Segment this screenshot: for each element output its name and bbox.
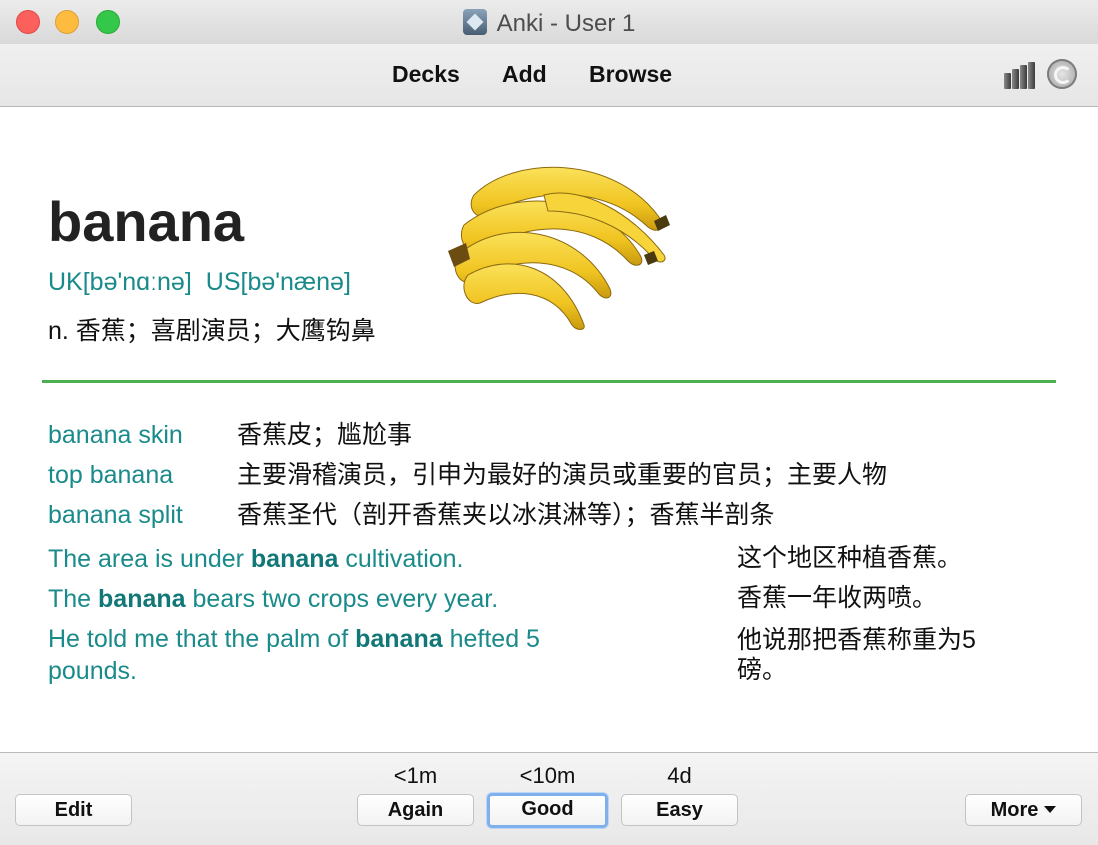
example-sentence-zh: 他说那把香蕉称重为5磅。 [737,626,976,684]
sync-icon[interactable] [1047,59,1077,89]
again-button[interactable]: Again [357,794,474,826]
nav-browse-link[interactable]: Browse [589,61,672,88]
phrase-zh: 香蕉皮；尴尬事 [237,421,413,449]
highlighted-word: banana [355,625,443,653]
window-title: Anki - User 1 [496,10,636,37]
more-button[interactable]: More [965,794,1082,826]
chevron-down-icon [1044,806,1057,813]
example-sentence-zh: 香蕉一年收两喷。 [737,584,938,612]
phonetics: UK[bə'nɑːnə] US[bə'nænə] [48,266,365,298]
title-bar: Anki - User 1 [0,0,1098,44]
edit-button[interactable]: Edit [15,794,132,826]
again-interval: <1m [393,763,438,788]
example-sentence-zh: 这个地区种植香蕉。 [737,544,963,572]
phrase-en: banana skin [48,421,183,449]
good-button[interactable]: Good [487,793,608,828]
nav-add-link[interactable]: Add [502,61,547,88]
easy-button[interactable]: Easy [621,794,738,826]
nav-decks-link[interactable]: Decks [392,61,460,88]
main-toolbar: Decks Add Browse [0,44,1098,107]
section-divider [42,380,1056,383]
card-word: banana [48,190,245,253]
definition: n. 香蕉；喜剧演员；大鹰钩鼻 [48,317,376,345]
phrase-en: banana split [48,501,183,529]
banana-image [448,166,670,330]
phonetic-uk: UK[bə'nɑːnə] [48,268,192,296]
phrase-zh: 香蕉圣代（剖开香蕉夹以冰淇淋等）；香蕉半剖条 [237,501,775,529]
anki-app-icon [462,9,487,35]
stats-icon[interactable] [1004,62,1036,89]
phonetic-us: US[bə'nænə] [205,268,351,296]
phrase-zh: 主要滑稽演员，引申为最好的演员或重要的官员；主要人物 [237,461,888,489]
example-sentence-en: The banana bears two crops every year. [48,585,499,613]
example-sentence-en: The area is under banana cultivation. [48,545,464,573]
phrase-en: top banana [48,461,174,489]
easy-interval: 4d [667,763,692,788]
answer-bar: Edit <1m Again <10m Good 4d Easy More [0,752,1098,845]
highlighted-word: banana [250,545,339,573]
highlighted-word: banana [98,585,186,613]
example-sentence-en: He told me that the palm of banana hefte… [48,625,540,685]
good-interval: <10m [519,763,576,788]
